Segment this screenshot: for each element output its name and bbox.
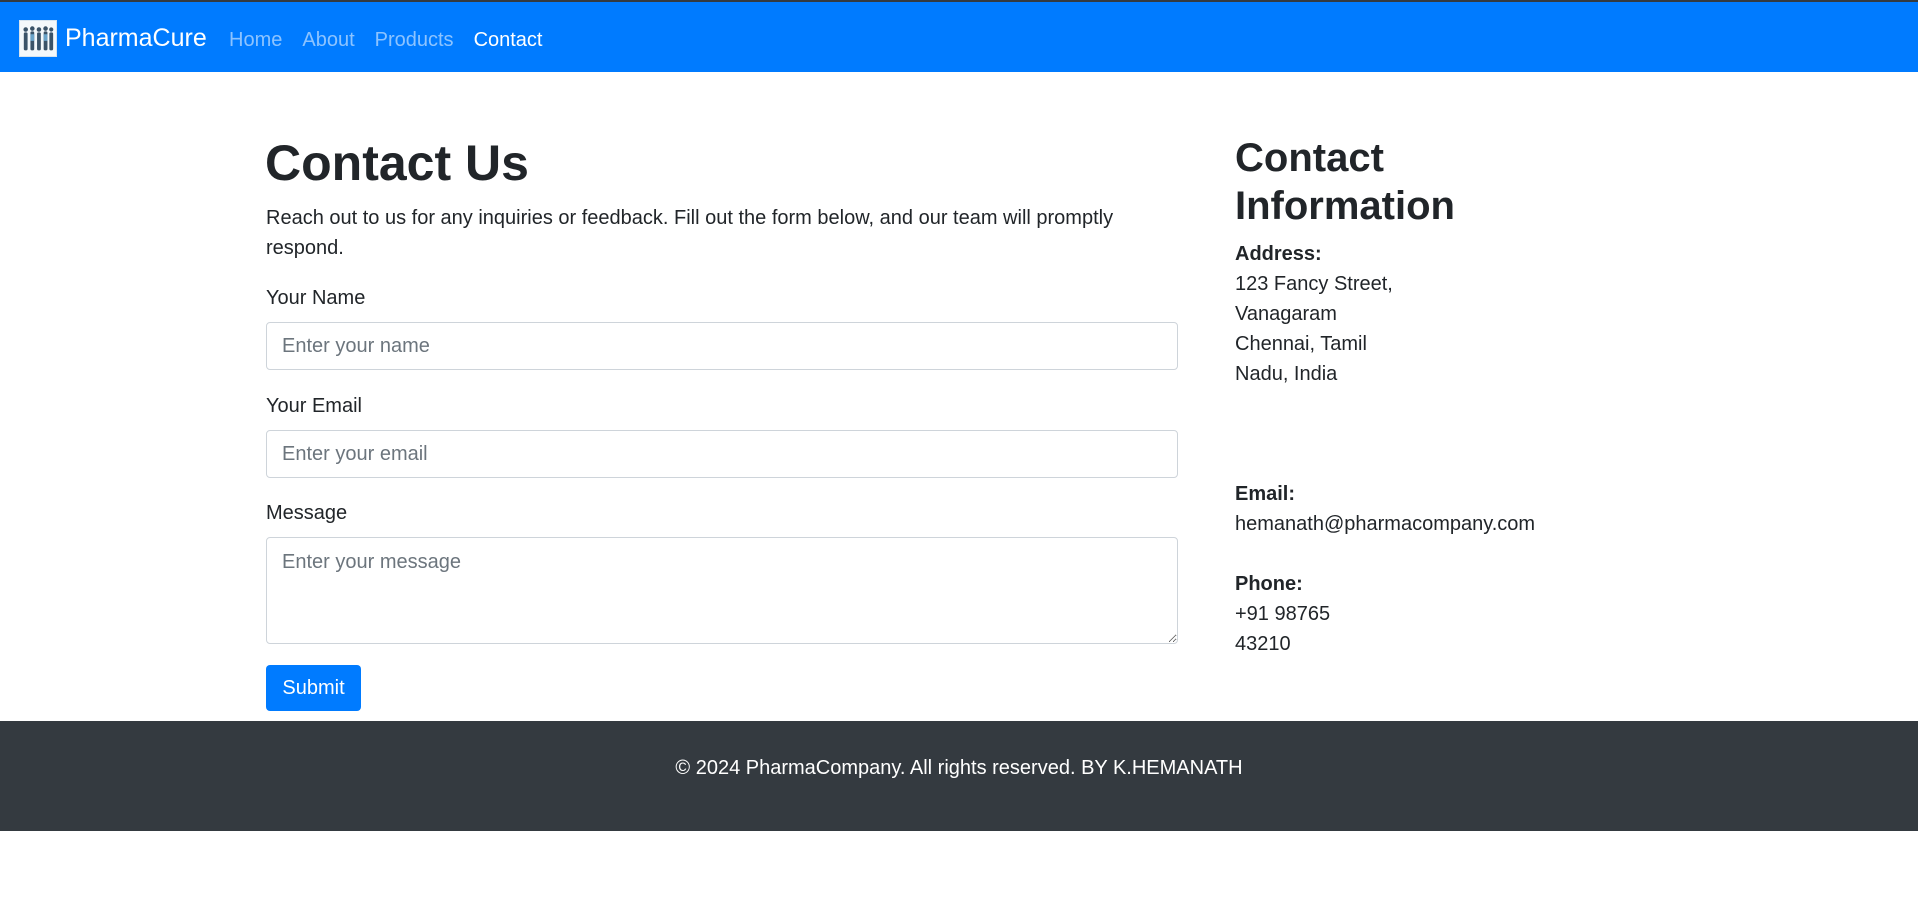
footer: © 2024 PharmaCompany. All rights reserve…: [0, 721, 1918, 831]
message-textarea[interactable]: [266, 537, 1178, 644]
nav-link-contact[interactable]: Contact: [474, 28, 543, 52]
email-info-value: hemanath@pharmacompany.com: [1235, 513, 1536, 535]
name-input[interactable]: [266, 322, 1178, 370]
email-block: Email: hemanath@pharmacompany.com: [1235, 479, 1595, 539]
nav-link-about[interactable]: About: [302, 28, 354, 52]
phone-label: Phone:: [1235, 573, 1303, 595]
address-label: Address:: [1235, 243, 1322, 265]
phone-block: Phone: +91 98765 43210: [1235, 569, 1355, 659]
address-value: 123 Fancy Street, Vanagaram Chennai, Tam…: [1235, 273, 1393, 385]
footer-copyright: © 2024 PharmaCompany. All rights reserve…: [675, 757, 1243, 779]
navbar: PharmaCure Home About Products Contact: [0, 0, 1918, 72]
email-label: Your Email: [266, 395, 362, 417]
brand-link[interactable]: PharmaCure: [19, 18, 207, 58]
submit-button[interactable]: Submit: [266, 665, 361, 711]
page-title: Contact Us: [265, 135, 529, 191]
name-label: Your Name: [266, 287, 366, 309]
intro-text: Reach out to us for any inquiries or fee…: [266, 207, 1114, 259]
nav-link-products[interactable]: Products: [375, 28, 454, 52]
nav-links: Home About Products Contact: [229, 28, 563, 52]
email-input[interactable]: [266, 430, 1178, 478]
people-group-logo-icon: [19, 19, 57, 57]
brand-name: PharmaCure: [65, 23, 207, 52]
address-block: Address: 123 Fancy Street, Vanagaram Che…: [1235, 239, 1395, 389]
phone-value: +91 98765 43210: [1235, 603, 1331, 655]
email-info-label: Email:: [1235, 483, 1296, 505]
message-label: Message: [266, 502, 348, 524]
nav-link-home[interactable]: Home: [229, 28, 282, 52]
contact-info-title: Contact Information: [1235, 136, 1455, 228]
